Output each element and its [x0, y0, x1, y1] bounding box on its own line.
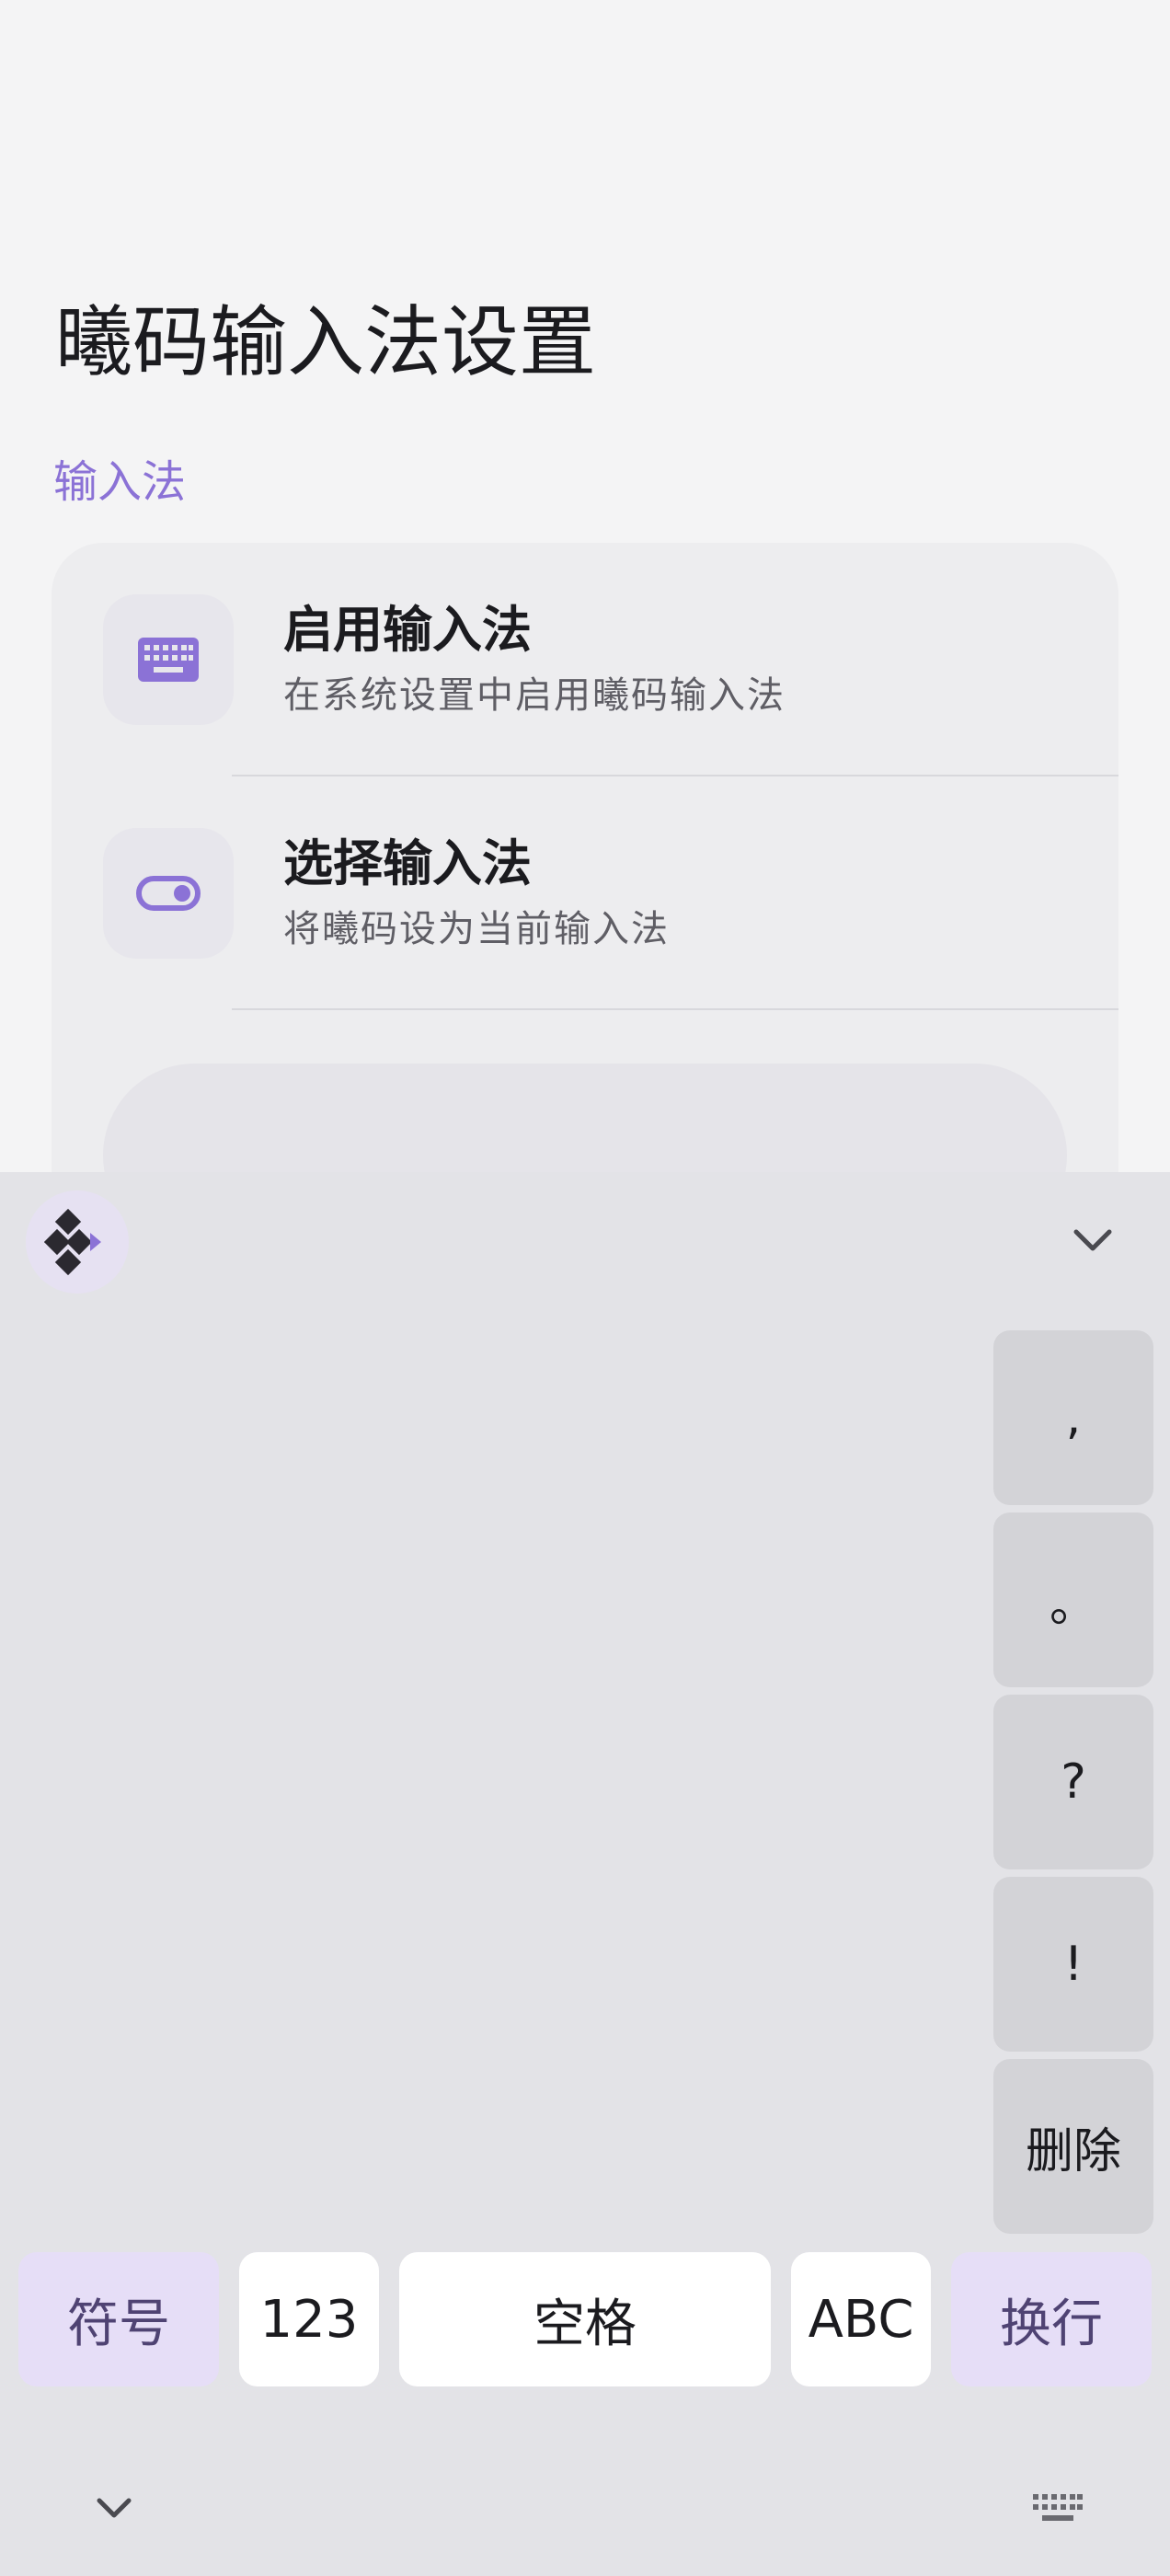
key-period[interactable]: 。	[993, 1512, 1153, 1687]
keyboard-icon	[103, 594, 234, 725]
toggle-icon	[103, 828, 234, 959]
setting-title: 启用输入法	[283, 601, 532, 659]
key-delete[interactable]: 删除	[993, 2059, 1153, 2234]
key-symbol[interactable]: 符号	[18, 2252, 219, 2386]
key-numbers[interactable]: 123	[239, 2252, 379, 2386]
key-enter[interactable]: 换行	[951, 2252, 1152, 2386]
key-abc[interactable]: ABC	[791, 2252, 931, 2386]
setting-select-ime[interactable]: 选择输入法 将曦码设为当前输入法	[52, 776, 1118, 1010]
key-question[interactable]: ?	[993, 1695, 1153, 1869]
settings-card: 启用输入法 在系统设置中启用曦码输入法 选择输入法 将曦码设为当前输入法	[52, 543, 1118, 1187]
chevron-down-icon[interactable]	[1063, 1211, 1122, 1270]
key-space[interactable]: 空格	[399, 2252, 771, 2386]
setting-title: 选择输入法	[283, 834, 532, 892]
action-button[interactable]	[103, 1064, 1067, 1187]
setting-enable-ime[interactable]: 启用输入法 在系统设置中启用曦码输入法	[52, 543, 1118, 776]
setting-subtitle: 将曦码设为当前输入法	[283, 908, 670, 950]
keyboard-panel: , 。 ? ! 删除 符号 123 空格 ABC 换行	[0, 1172, 1170, 2576]
app-logo-icon[interactable]	[26, 1190, 129, 1294]
divider	[232, 1008, 1118, 1010]
section-label: 输入法	[53, 456, 187, 508]
page-title: 曦码输入法设置	[55, 297, 597, 387]
keyboard-switch-icon[interactable]	[1021, 2475, 1095, 2541]
key-exclamation[interactable]: !	[993, 1877, 1153, 2052]
setting-subtitle: 在系统设置中启用曦码输入法	[283, 674, 786, 717]
key-comma[interactable]: ,	[993, 1330, 1153, 1505]
chevron-down-icon[interactable]	[77, 2475, 151, 2541]
